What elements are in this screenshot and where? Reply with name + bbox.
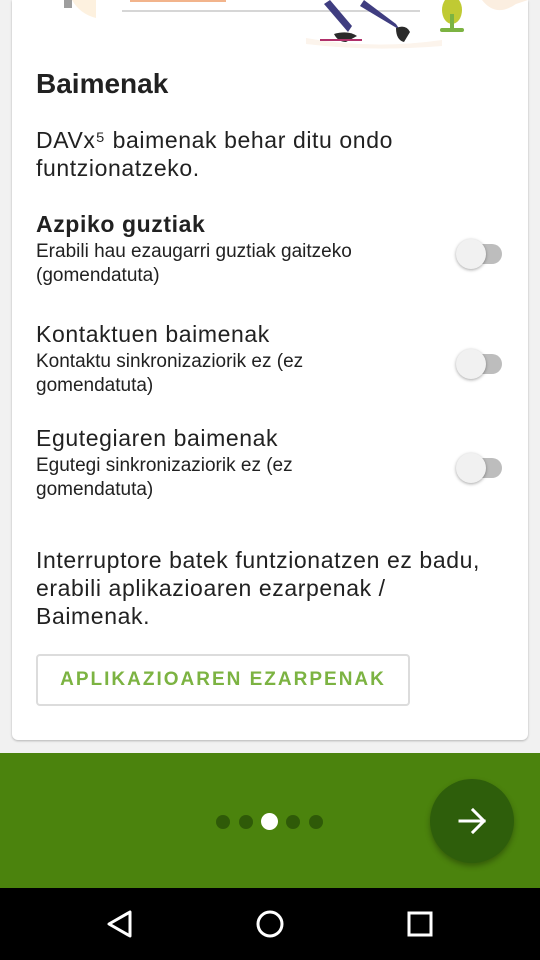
permission-calendar-title: Egutegiaren baimenak — [36, 425, 279, 451]
permission-calendar-description: Egutegi sinkronizaziorik ez (ez gomendat… — [36, 455, 293, 500]
permission-all-title: Azpiko guztiak — [36, 211, 206, 237]
switch-thumb — [456, 239, 486, 269]
arrow-right-icon — [458, 807, 487, 835]
circle-home-icon — [256, 910, 284, 938]
page-dot-active[interactable] — [261, 813, 278, 830]
recents-button[interactable] — [394, 898, 446, 950]
intro-bottom-bar — [0, 753, 540, 888]
illustration — [64, 0, 528, 49]
system-navigation-bar — [0, 888, 540, 960]
next-button[interactable] — [430, 779, 514, 863]
page-dot[interactable] — [239, 815, 253, 829]
app-settings-button[interactable]: APLIKAZIOAREN EZARPENAK — [36, 654, 410, 706]
intro-card: Baimenak DAVx⁵ baimenak behar ditu ondo … — [12, 0, 528, 740]
intro-text: DAVx⁵ baimenak behar ditu ondo funtziona… — [36, 127, 393, 181]
back-button[interactable] — [94, 898, 146, 950]
permission-contacts-switch[interactable] — [454, 344, 508, 379]
permission-all-description: Erabili hau ezaugarri guztiak gaitzeko (… — [36, 241, 352, 286]
page-dot[interactable] — [309, 815, 323, 829]
permission-calendar: Egutegiaren baimenak Egutegi sinkronizaz… — [36, 424, 506, 502]
settings-note: Interruptore batek funtzionatzen ez badu… — [36, 547, 480, 629]
home-button[interactable] — [244, 898, 296, 950]
permission-all-switch[interactable] — [454, 234, 508, 269]
permission-all: Azpiko guztiak Erabili hau ezaugarri guz… — [36, 210, 506, 288]
triangle-back-icon — [107, 910, 132, 938]
permission-contacts: Kontaktuen baimenak Kontaktu sinkronizaz… — [36, 320, 506, 398]
switch-thumb — [456, 349, 486, 379]
permission-calendar-switch[interactable] — [454, 448, 508, 483]
permission-contacts-title: Kontaktuen baimenak — [36, 321, 270, 347]
permission-contacts-description: Kontaktu sinkronizaziorik ez (ez gomenda… — [36, 351, 304, 396]
square-recents-icon — [407, 911, 433, 937]
switch-thumb — [456, 453, 486, 483]
page-title: Baimenak — [36, 68, 169, 99]
page-dot[interactable] — [216, 815, 230, 829]
page-dot[interactable] — [286, 815, 300, 829]
